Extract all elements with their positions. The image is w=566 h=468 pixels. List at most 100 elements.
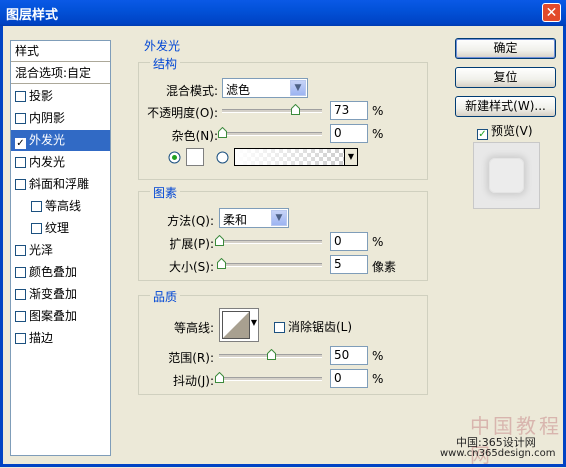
preview-label: 预览(V)	[491, 124, 533, 138]
gradient-picker[interactable]: ▼	[234, 148, 358, 166]
antialias-label: 消除锯齿(L)	[288, 320, 353, 334]
method-label: 方法(Q):	[167, 214, 214, 228]
style-item[interactable]: 纹理	[11, 218, 110, 239]
style-item[interactable]: 内阴影	[11, 108, 110, 129]
style-item[interactable]: 渐变叠加	[11, 284, 110, 305]
style-item[interactable]: 描边	[11, 328, 110, 349]
ok-button[interactable]: 确定	[455, 38, 556, 59]
spread-unit: %	[372, 235, 384, 249]
glow-color-swatch[interactable]	[186, 148, 204, 166]
outer-glow-title: 外发光	[141, 37, 184, 54]
styles-list: 样式 混合选项:自定 投影内阴影 ✓ 外发光内发光斜面和浮雕等高线纹理光泽颜色叠加渐…	[10, 40, 111, 456]
gradient-dropdown-icon[interactable]: ▼	[344, 149, 357, 165]
close-button[interactable]: ✕	[542, 3, 561, 22]
style-item[interactable]: ✓ 外发光	[11, 130, 110, 151]
antialias-box[interactable]	[274, 322, 285, 333]
style-checkbox[interactable]	[15, 157, 26, 168]
window-title: 图层样式	[6, 8, 59, 23]
method-value: 柔和	[223, 213, 248, 227]
opacity-field[interactable]: 73	[330, 101, 368, 120]
style-item[interactable]: 图案叠加	[11, 306, 110, 327]
noise-label: 杂色(N):	[171, 129, 218, 143]
opacity-unit: %	[372, 104, 384, 118]
new-style-button[interactable]: 新建样式(W)...	[455, 96, 556, 117]
blend-mode-value: 滤色	[226, 83, 251, 97]
style-item[interactable]: 投影	[11, 86, 110, 107]
style-item-label: 描边	[29, 331, 54, 345]
spread-slider-thumb[interactable]	[215, 235, 224, 246]
chevron-down-icon[interactable]: ▼	[290, 80, 306, 96]
spread-field[interactable]: 0	[330, 232, 368, 251]
method-select[interactable]: 柔和 ▼	[219, 208, 289, 228]
antialias-checkbox[interactable]: 消除锯齿(L)	[274, 318, 352, 335]
style-item-label: 内发光	[29, 155, 66, 169]
style-checkbox[interactable]	[15, 179, 26, 190]
style-checkbox[interactable]	[15, 333, 26, 344]
blend-options-item[interactable]: 混合选项:自定	[11, 63, 110, 84]
title-bar[interactable]	[0, 0, 566, 26]
opacity-slider-thumb[interactable]	[291, 104, 300, 115]
range-label: 范围(R):	[168, 351, 214, 365]
spread-label: 扩展(P):	[169, 237, 214, 251]
size-field[interactable]: 5	[330, 255, 368, 274]
style-checkbox[interactable]	[31, 223, 42, 234]
solid-color-radio[interactable]	[168, 151, 181, 164]
size-slider-track[interactable]	[219, 263, 322, 267]
blend-mode-label: 混合模式:	[165, 84, 218, 98]
reset-button[interactable]: 复位	[455, 67, 556, 88]
style-item-label: 颜色叠加	[29, 265, 78, 279]
style-checkbox[interactable]	[31, 201, 42, 212]
size-slider-thumb[interactable]	[217, 258, 227, 269]
style-item[interactable]: 等高线	[11, 196, 110, 217]
noise-slider-thumb[interactable]	[218, 127, 227, 138]
jitter-label: 抖动(J):	[173, 374, 214, 388]
contour-linear-icon	[222, 311, 250, 339]
jitter-unit: %	[372, 372, 384, 386]
gradient-radio[interactable]	[216, 151, 229, 164]
style-item-label: 渐变叠加	[29, 287, 78, 301]
noise-field[interactable]: 0	[330, 124, 368, 143]
noise-slider-track[interactable]	[222, 132, 322, 136]
style-item[interactable]: 光泽	[11, 240, 110, 261]
style-checkbox[interactable]	[15, 289, 26, 300]
noise-unit: %	[372, 127, 384, 141]
style-checkbox[interactable]	[15, 267, 26, 278]
style-checkbox[interactable]	[15, 113, 26, 124]
style-item-label: 纹理	[45, 221, 70, 235]
preview-check-icon[interactable]: ✓	[477, 129, 488, 140]
style-item[interactable]: 颜色叠加	[11, 262, 110, 283]
range-slider-thumb[interactable]	[266, 349, 276, 360]
contour-dropdown-icon[interactable]: ▼	[251, 318, 257, 327]
jitter-slider-track[interactable]	[219, 377, 322, 381]
size-label: 大小(S):	[168, 260, 214, 274]
style-item-label: 外发光	[29, 133, 66, 147]
style-item-label: 内阴影	[29, 111, 66, 125]
styles-header[interactable]: 样式	[11, 41, 110, 62]
style-checkbox[interactable]	[15, 311, 26, 322]
range-unit: %	[372, 349, 384, 363]
structure-title: 结构	[150, 55, 181, 72]
style-item[interactable]: 内发光	[11, 152, 110, 173]
chevron-down-icon[interactable]: ▼	[271, 210, 287, 226]
contour-picker[interactable]: ▼	[219, 308, 259, 342]
opacity-slider-track[interactable]	[222, 109, 322, 113]
style-item-label: 光泽	[29, 243, 54, 257]
preview-swatch	[489, 158, 524, 193]
spread-slider-track[interactable]	[219, 240, 322, 244]
opacity-label: 不透明度(O):	[147, 106, 218, 120]
jitter-slider-thumb[interactable]	[215, 372, 224, 383]
style-checkbox[interactable]: ✓	[15, 138, 26, 149]
style-checkbox[interactable]	[15, 245, 26, 256]
blend-mode-select[interactable]: 滤色 ▼	[222, 78, 308, 98]
contour-label: 等高线:	[173, 321, 214, 335]
preview-checkbox[interactable]: ✓ 预览(V)	[477, 122, 533, 140]
style-item[interactable]: 斜面和浮雕	[11, 174, 110, 195]
style-checkbox[interactable]	[15, 91, 26, 102]
style-item-label: 图案叠加	[29, 309, 78, 323]
range-field[interactable]: 50	[330, 346, 368, 365]
style-item-label: 投影	[29, 89, 54, 103]
jitter-field[interactable]: 0	[330, 369, 368, 388]
style-item-label: 斜面和浮雕	[29, 177, 90, 191]
elements-title: 图素	[150, 184, 181, 201]
size-unit: 像素	[372, 260, 397, 274]
